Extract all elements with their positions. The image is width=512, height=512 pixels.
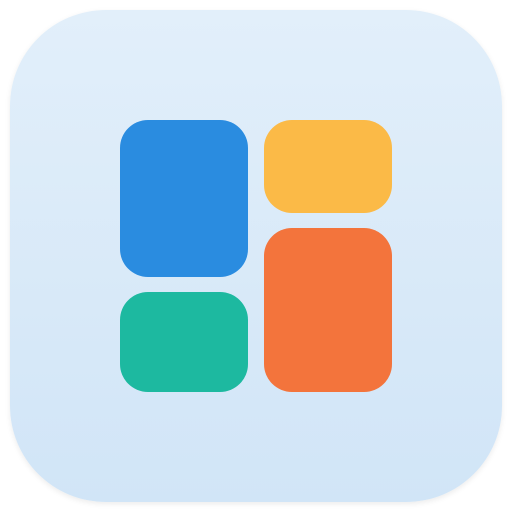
tile-orange: [264, 228, 392, 392]
app-grid-icon[interactable]: [10, 10, 502, 502]
tile-blue: [120, 120, 248, 277]
tile-yellow: [264, 120, 392, 213]
canvas: [0, 0, 512, 512]
tile-green: [120, 292, 248, 392]
